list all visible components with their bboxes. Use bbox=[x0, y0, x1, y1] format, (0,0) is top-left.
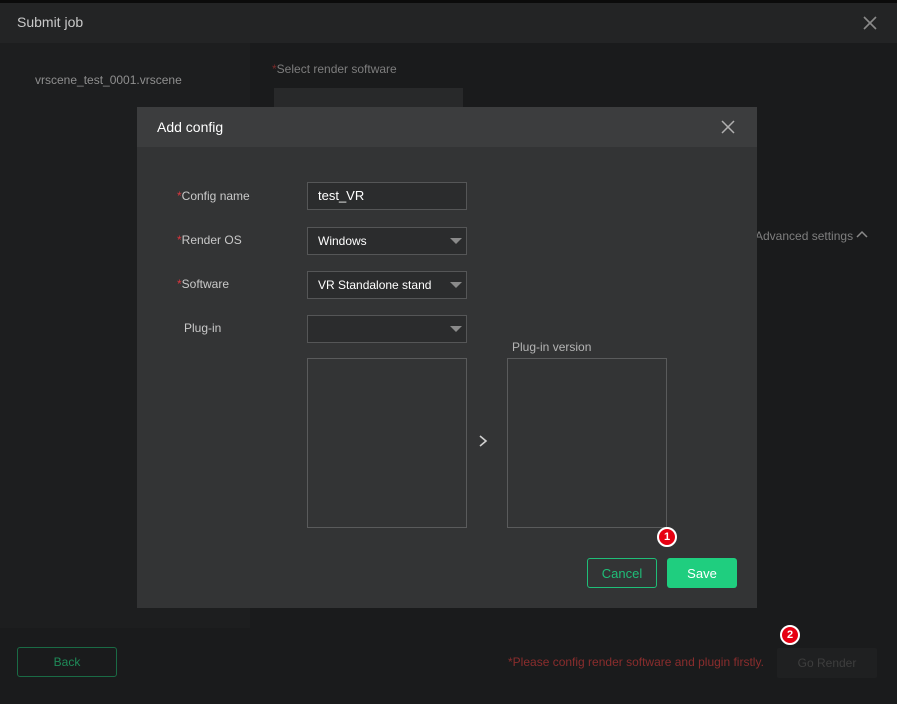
software-value: VR Standalone stand bbox=[318, 278, 432, 292]
go-render-button[interactable]: Go Render bbox=[777, 648, 877, 678]
plugin-list[interactable] bbox=[307, 358, 467, 528]
chevron-up-icon[interactable] bbox=[856, 229, 868, 241]
plugin-version-list[interactable] bbox=[507, 358, 667, 528]
advanced-settings-toggle[interactable]: Advanced settings bbox=[755, 229, 853, 243]
close-icon[interactable] bbox=[719, 118, 737, 136]
software-select[interactable]: VR Standalone stand bbox=[307, 271, 467, 299]
warning-text: *Please config render software and plugi… bbox=[508, 655, 764, 669]
config-name-field[interactable]: test_VR bbox=[307, 182, 467, 210]
plugin-version-label: Plug-in version bbox=[512, 340, 592, 354]
file-list-item[interactable]: vrscene_test_0001.vrscene bbox=[35, 73, 182, 87]
back-button[interactable]: Back bbox=[17, 647, 117, 677]
select-render-software-label: *Select render software bbox=[272, 62, 397, 76]
save-button[interactable]: Save bbox=[667, 558, 737, 588]
step-badge-1: 1 bbox=[657, 527, 677, 547]
close-icon[interactable] bbox=[860, 13, 880, 33]
software-label: *Software bbox=[177, 277, 230, 291]
plugin-label: Plug-in bbox=[184, 321, 222, 335]
window-title: Submit job bbox=[17, 14, 84, 30]
caret-down-icon bbox=[450, 326, 462, 332]
step-badge-2: 2 bbox=[780, 625, 800, 645]
render-os-value: Windows bbox=[318, 234, 367, 248]
caret-down-icon bbox=[450, 238, 462, 244]
render-os-select[interactable]: Windows bbox=[307, 227, 467, 255]
render-os-label: *Render OS bbox=[177, 233, 242, 247]
chevron-right-icon[interactable] bbox=[476, 434, 490, 448]
dialog-header: Add config bbox=[137, 107, 757, 147]
window-header: Submit job bbox=[0, 3, 897, 43]
dialog-title: Add config bbox=[157, 119, 224, 135]
config-name-label: *Config name bbox=[177, 189, 250, 203]
caret-down-icon bbox=[450, 282, 462, 288]
cancel-button[interactable]: Cancel bbox=[587, 558, 657, 588]
plugin-select[interactable] bbox=[307, 315, 467, 343]
